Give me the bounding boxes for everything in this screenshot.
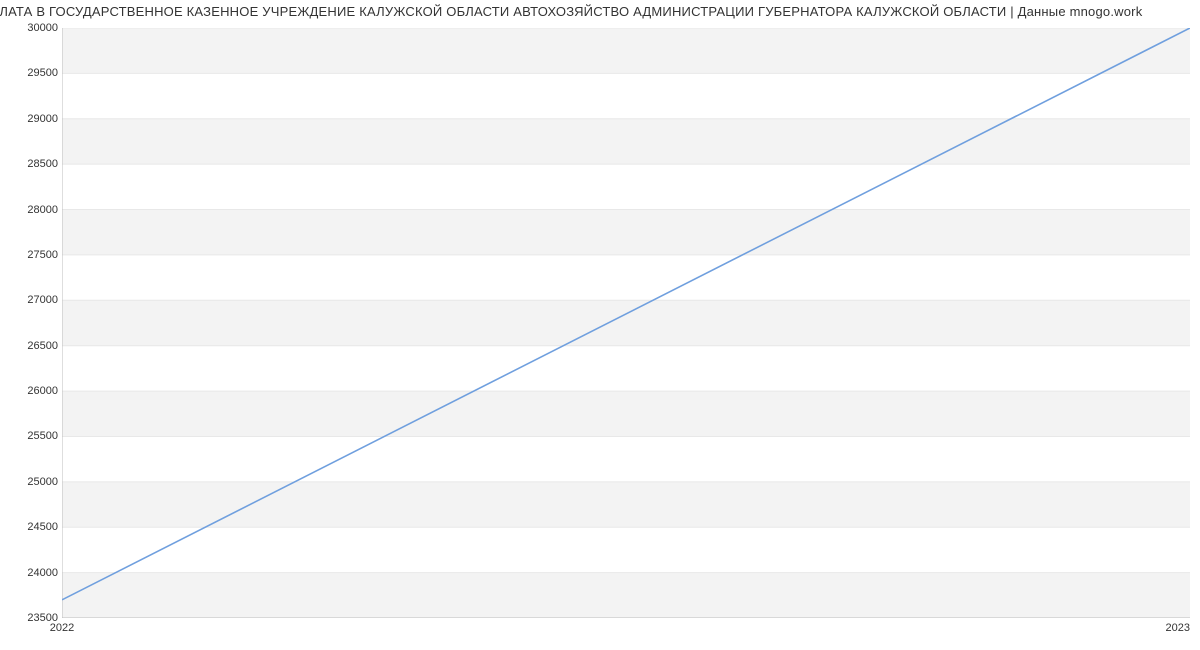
ytick-label: 28000 [4,204,58,216]
xtick-label: 2023 [1166,622,1190,634]
chart-title: ЗАРПЛАТА В ГОСУДАРСТВЕННОЕ КАЗЕННОЕ УЧРЕ… [0,4,1164,19]
xtick-label: 2022 [50,622,74,634]
ytick-label: 24500 [4,521,58,533]
ytick-label: 28500 [4,158,58,170]
ytick-label: 24000 [4,567,58,579]
ytick-label: 29500 [4,67,58,79]
ytick-label: 30000 [4,22,58,34]
ytick-label: 26000 [4,385,58,397]
ytick-label: 26500 [4,340,58,352]
ytick-label: 27500 [4,249,58,261]
plot-area [62,28,1190,618]
ytick-label: 25500 [4,430,58,442]
chart-svg [62,28,1190,618]
ytick-label: 27000 [4,294,58,306]
ytick-label: 29000 [4,113,58,125]
grid-bands [62,28,1190,618]
ytick-label: 25000 [4,476,58,488]
